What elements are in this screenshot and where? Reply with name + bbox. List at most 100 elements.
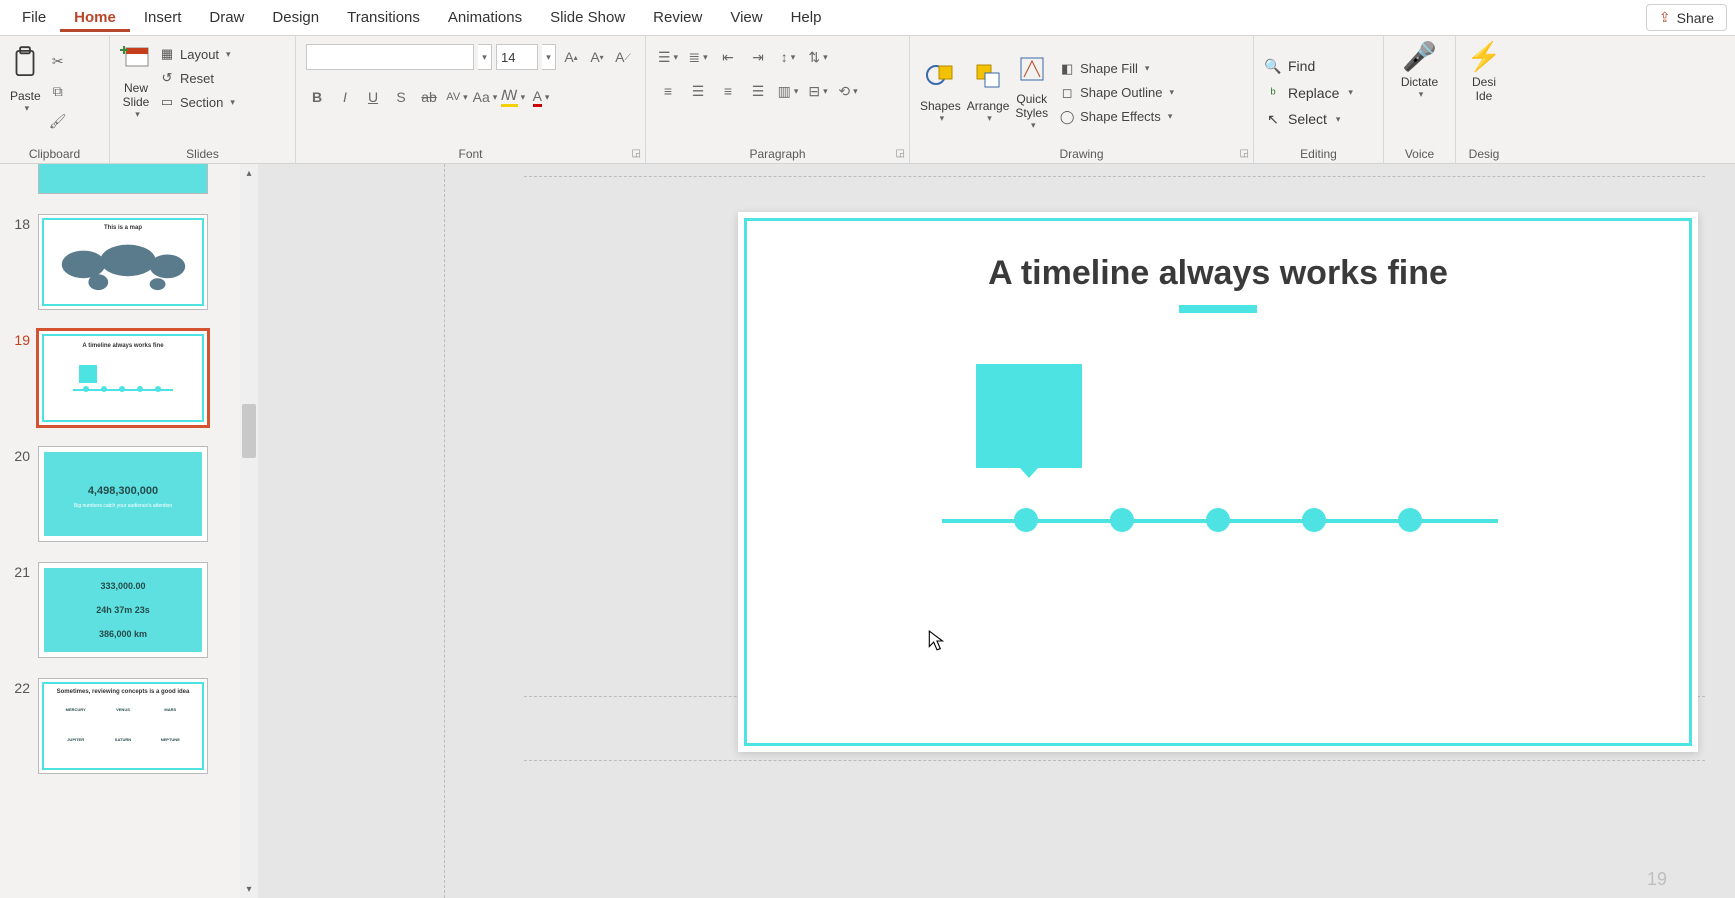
bold-button[interactable]: B bbox=[306, 86, 328, 108]
align-left-button[interactable]: ≡ bbox=[656, 80, 680, 102]
shadow-button[interactable]: S bbox=[390, 86, 412, 108]
cursor-icon: ↖ bbox=[1264, 111, 1282, 128]
thumb-19[interactable]: A timeline always works fine bbox=[38, 330, 208, 426]
group-label-editing: Editing bbox=[1264, 145, 1373, 161]
dictate-label: Dictate bbox=[1401, 75, 1438, 89]
scroll-up-icon[interactable]: ▴ bbox=[240, 164, 258, 182]
font-size-value: 14 bbox=[501, 50, 515, 65]
find-button[interactable]: 🔍Find bbox=[1264, 58, 1373, 75]
slide-title[interactable]: A timeline always works fine bbox=[738, 254, 1698, 313]
select-button[interactable]: ↖ Select bbox=[1264, 111, 1373, 128]
reset-button[interactable]: ↺Reset bbox=[158, 70, 235, 86]
tab-slideshow[interactable]: Slide Show bbox=[536, 3, 639, 32]
smartart-button[interactable]: ⟲ bbox=[836, 80, 860, 102]
thumb-row-21[interactable]: 21 333,000.00 24h 37m 23s 386,000 km bbox=[0, 558, 258, 674]
replace-button[interactable]: ᵇReplace bbox=[1264, 85, 1373, 101]
shape-fill-label: Shape Fill bbox=[1080, 61, 1138, 76]
align-right-button[interactable]: ≡ bbox=[716, 80, 740, 102]
tab-design[interactable]: Design bbox=[258, 3, 333, 32]
timeline-dot-4[interactable] bbox=[1302, 508, 1326, 532]
current-slide[interactable]: A timeline always works fine bbox=[738, 212, 1698, 752]
increase-indent-button[interactable]: ⇥ bbox=[746, 46, 770, 68]
thumb-17[interactable] bbox=[38, 164, 208, 194]
line-spacing-button[interactable]: ↕ bbox=[776, 46, 800, 68]
dictate-button[interactable]: 🎤 Dictate bbox=[1401, 40, 1438, 100]
shapes-button[interactable]: Shapes bbox=[920, 62, 961, 124]
clear-formatting-button[interactable]: A⟋ bbox=[612, 46, 634, 68]
tab-help[interactable]: Help bbox=[777, 3, 836, 32]
align-vertical-button[interactable]: ⊟ bbox=[806, 80, 830, 102]
highlight-button[interactable]: ꟿ bbox=[502, 86, 524, 108]
thumb-row-18[interactable]: 18 This is a map bbox=[0, 210, 258, 326]
section-button[interactable]: ▭Section bbox=[158, 94, 235, 110]
shrink-font-button[interactable]: A▾ bbox=[586, 46, 608, 68]
font-name-dropdown[interactable]: ▾ bbox=[478, 44, 492, 70]
decrease-indent-button[interactable]: ⇤ bbox=[716, 46, 740, 68]
copy-button[interactable]: ⧉ bbox=[47, 80, 69, 102]
thumb-row-17[interactable]: 17 bbox=[0, 164, 258, 210]
italic-button[interactable]: I bbox=[334, 86, 356, 108]
shape-fill-button[interactable]: ◧Shape Fill bbox=[1058, 61, 1174, 77]
design-ideas-button[interactable]: ⚡ Desi Ide bbox=[1467, 40, 1502, 103]
thumb-22[interactable]: Sometimes, reviewing concepts is a good … bbox=[38, 678, 208, 774]
drawing-launcher-icon[interactable]: ◲ bbox=[1240, 148, 1249, 159]
char-spacing-button[interactable]: AV bbox=[446, 86, 468, 108]
paste-button[interactable]: Paste bbox=[10, 40, 41, 114]
justify-button[interactable]: ☰ bbox=[746, 80, 770, 102]
arrange-button[interactable]: Arrange bbox=[967, 62, 1010, 124]
thumb-20[interactable]: 4,498,300,000 Big numbers catch your aud… bbox=[38, 446, 208, 542]
align-center-button[interactable]: ☰ bbox=[686, 80, 710, 102]
numbering-button[interactable]: ≣ bbox=[686, 46, 710, 68]
share-button[interactable]: ⇪ Share bbox=[1646, 4, 1727, 31]
select-label: Select bbox=[1288, 111, 1327, 127]
ribbon: Paste ✂ ⧉ 🖌 Clipboard New Slide ▦Layout … bbox=[0, 36, 1735, 164]
thumb-row-19[interactable]: 19 A timeline always works fine bbox=[0, 326, 258, 442]
timeline[interactable] bbox=[942, 508, 1498, 534]
font-name-combo[interactable] bbox=[306, 44, 474, 70]
thumb-scrollbar[interactable]: ▴ ▾ bbox=[240, 164, 258, 898]
thumb-row-20[interactable]: 20 4,498,300,000 Big numbers catch your … bbox=[0, 442, 258, 558]
font-size-dropdown[interactable]: ▾ bbox=[542, 44, 556, 70]
shape-effects-button[interactable]: ◯Shape Effects bbox=[1058, 109, 1174, 125]
columns-button[interactable]: ▥ bbox=[776, 80, 800, 102]
timeline-dot-5[interactable] bbox=[1398, 508, 1422, 532]
tab-view[interactable]: View bbox=[716, 3, 776, 32]
tab-review[interactable]: Review bbox=[639, 3, 716, 32]
slide-editor[interactable]: A timeline always works fine 19 bbox=[258, 164, 1735, 898]
tab-transitions[interactable]: Transitions bbox=[333, 3, 434, 32]
underline-button[interactable]: U bbox=[362, 86, 384, 108]
scroll-thumb[interactable] bbox=[242, 404, 256, 458]
timeline-dot-1[interactable] bbox=[1014, 508, 1038, 532]
tab-home[interactable]: Home bbox=[60, 3, 130, 32]
paragraph-launcher-icon[interactable]: ◲ bbox=[896, 148, 905, 159]
font-launcher-icon[interactable]: ◲ bbox=[632, 148, 641, 159]
quick-styles-button[interactable]: Quick Styles bbox=[1015, 55, 1048, 131]
layout-button[interactable]: ▦Layout bbox=[158, 46, 235, 62]
grow-font-button[interactable]: A▴ bbox=[560, 46, 582, 68]
tab-draw[interactable]: Draw bbox=[195, 3, 258, 32]
thumb-18[interactable]: This is a map bbox=[38, 214, 208, 310]
bullets-button[interactable]: ☰ bbox=[656, 46, 680, 68]
shape-effects-label: Shape Effects bbox=[1080, 109, 1161, 124]
strike-button[interactable]: ab bbox=[418, 86, 440, 108]
group-label-font: Font bbox=[306, 145, 635, 161]
scroll-down-icon[interactable]: ▾ bbox=[240, 880, 258, 898]
format-painter-button[interactable]: 🖌 bbox=[47, 110, 69, 132]
text-direction-button[interactable]: ⇅ bbox=[806, 46, 830, 68]
thumb-21[interactable]: 333,000.00 24h 37m 23s 386,000 km bbox=[38, 562, 208, 658]
tab-insert[interactable]: Insert bbox=[130, 3, 196, 32]
timeline-dot-2[interactable] bbox=[1110, 508, 1134, 532]
tab-file[interactable]: File bbox=[8, 3, 60, 32]
timeline-dot-3[interactable] bbox=[1206, 508, 1230, 532]
change-case-button[interactable]: Aa bbox=[474, 86, 496, 108]
section-icon: ▭ bbox=[158, 94, 176, 110]
tab-animations[interactable]: Animations bbox=[434, 3, 536, 32]
thumb-row-22[interactable]: 22 Sometimes, reviewing concepts is a go… bbox=[0, 674, 258, 790]
shape-outline-button[interactable]: ◻Shape Outline bbox=[1058, 85, 1174, 101]
font-size-combo[interactable]: 14 bbox=[496, 44, 538, 70]
font-color-button[interactable]: A bbox=[530, 86, 552, 108]
timeline-callout[interactable] bbox=[976, 364, 1082, 468]
ruler-bottom bbox=[524, 760, 1705, 761]
new-slide-button[interactable]: New Slide bbox=[120, 40, 152, 120]
cut-button[interactable]: ✂ bbox=[47, 50, 69, 72]
